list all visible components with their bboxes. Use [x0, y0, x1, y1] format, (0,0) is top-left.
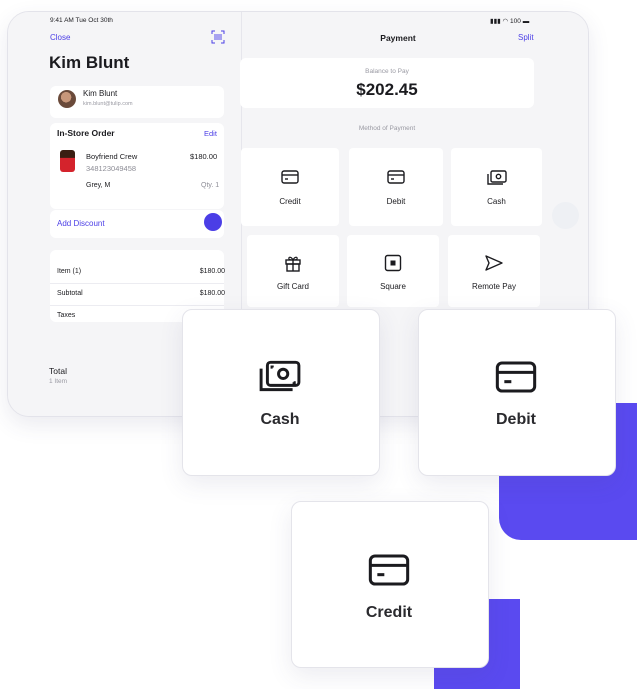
credit-label: Credit [279, 197, 301, 206]
product-thumbnail [60, 150, 75, 172]
battery-icon: ▬ [522, 18, 530, 25]
split-button[interactable]: Split [518, 33, 534, 42]
status-time: 9:41 AM Tue Oct 30th [50, 17, 113, 24]
floating-debit-label: Debit [496, 411, 536, 428]
remote-pay-label: Remote Pay [471, 282, 517, 291]
add-discount-label: Add Discount [57, 219, 105, 228]
method-of-payment-label: Method of Payment [358, 125, 416, 132]
product-variant: Grey, M [86, 182, 111, 189]
items-value: $180.00 [199, 268, 225, 275]
send-icon [448, 254, 540, 277]
product-price: $180.00 [190, 152, 218, 161]
balance-label: Balance to Pay [365, 68, 409, 75]
gift-icon [247, 254, 339, 277]
total-label: Total [49, 366, 67, 376]
avatar [58, 90, 76, 108]
cash-icon [182, 360, 378, 399]
items-label: Item (1) [57, 268, 82, 275]
taxes-label: Taxes [57, 312, 76, 319]
product-sku: 348123049458 [86, 164, 137, 173]
divider [50, 305, 224, 306]
order-title: In-Store Order [57, 128, 115, 138]
add-discount-toggle[interactable] [204, 213, 222, 231]
customer-name: Kim Blunt [83, 89, 118, 98]
status-indicators: ▮▮▮ ◠ 100 ▬ [490, 17, 529, 25]
product-quantity: Qty. 1 [201, 182, 220, 189]
customer-card[interactable] [50, 86, 224, 118]
square-label: Square [380, 282, 406, 291]
home-indicator [552, 202, 579, 229]
floating-credit-label: Credit [365, 604, 413, 621]
customer-email: kim.blunt@tulip.com [83, 101, 133, 107]
wifi-icon: ◠ [502, 18, 509, 25]
subtotal-label: Subtotal [57, 290, 83, 297]
signal-icon: ▮▮▮ [490, 18, 501, 25]
total-items: 1 Item [49, 378, 68, 385]
square-icon [347, 254, 439, 277]
payment-title: Payment [380, 33, 416, 43]
edit-order-button[interactable]: Edit [204, 129, 217, 138]
card-icon [241, 170, 339, 189]
divider [50, 283, 224, 284]
battery-level: 100 [510, 18, 521, 25]
cash-label: Cash [487, 197, 506, 206]
balance-value: $202.45 [356, 80, 418, 99]
card-icon [291, 553, 487, 592]
product-name: Boyfriend Crew [86, 152, 138, 161]
page-title: Kim Blunt [49, 53, 130, 72]
cash-icon [451, 170, 542, 191]
debit-label: Debit [386, 197, 406, 206]
gift-card-label: Gift Card [276, 282, 309, 291]
card-icon [418, 360, 614, 399]
barcode-scan-icon[interactable] [211, 30, 225, 44]
floating-cash-label: Cash [260, 411, 300, 428]
card-icon [349, 170, 443, 189]
subtotal-value: $180.00 [199, 290, 225, 297]
close-button[interactable]: Close [50, 33, 70, 42]
